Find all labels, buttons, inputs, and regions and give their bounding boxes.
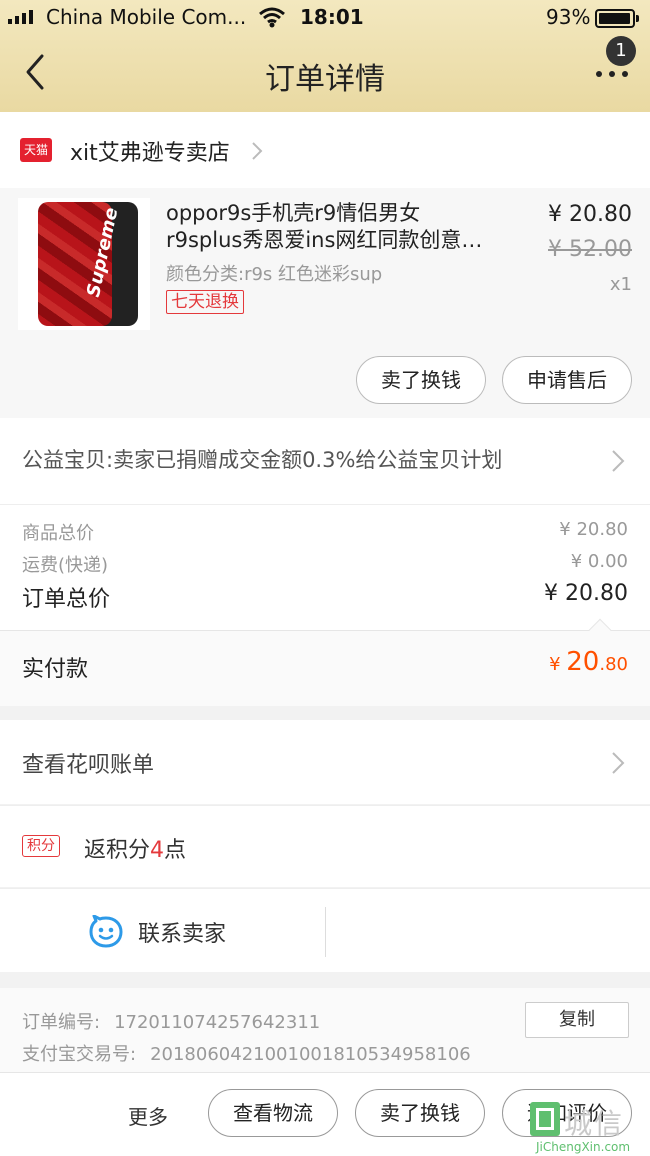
contact-seller-label[interactable]: 联系卖家 (138, 916, 226, 948)
goods-total-value: ¥ 20.80 (559, 519, 628, 540)
sell-button-bottom[interactable]: 卖了换钱 (355, 1089, 485, 1137)
product-price: ¥ 20.80 (548, 202, 632, 227)
product-title-line2[interactable]: r9splus秀恩爱ins网红同款创意… (166, 227, 508, 254)
clock: 18:01 (300, 5, 364, 29)
huabei-label: 查看花呗账单 (22, 753, 155, 778)
charity-row[interactable]: 公益宝贝:卖家已捐赠成交金额0.3%给公益宝贝计划 (0, 418, 650, 504)
points-badge: 积分 (22, 835, 60, 857)
header: China Mobile Com... 18:01 93% 订单详情 1 (0, 0, 650, 112)
signal-icon (8, 10, 33, 24)
product-image[interactable]: Supreme (18, 198, 150, 330)
huabei-row[interactable]: 查看花呗账单 (0, 720, 650, 804)
store-name[interactable]: xit艾弗逊专卖店 (70, 135, 230, 167)
watermark-en: JiChengXin.com (536, 1140, 631, 1154)
order-number-label: 订单编号: (22, 1012, 101, 1033)
contact-row[interactable]: 联系卖家 (0, 888, 650, 972)
carrier-name: China Mobile Com... (46, 5, 247, 29)
battery-percent: 93% (546, 5, 591, 29)
paid-currency: ¥ (549, 654, 567, 675)
order-number-row: 订单编号: 172011074257642311 (22, 1008, 320, 1034)
paid-label: 实付款 (22, 657, 89, 682)
sell-button[interactable]: 卖了换钱 (356, 356, 486, 404)
charity-text: 公益宝贝:卖家已捐赠成交金额0.3%给公益宝贝计划 (22, 448, 503, 472)
divider (325, 907, 326, 957)
shipping-label: 运费(快递) (22, 555, 109, 576)
battery-icon (595, 9, 639, 28)
wifi-icon (259, 7, 285, 28)
chevron-right-icon (612, 752, 625, 774)
paid-amount: ¥ 20.80 (549, 647, 628, 677)
chevron-right-icon (252, 142, 263, 160)
order-total-row: 订单总价 ¥ 20.80 (22, 581, 628, 613)
order-number-value: 172011074257642311 (114, 1012, 321, 1033)
status-bar: China Mobile Com... 18:01 93% (0, 0, 650, 36)
return-policy-badge: 七天退换 (166, 290, 244, 314)
order-total-label: 订单总价 (22, 587, 111, 612)
logistics-button[interactable]: 查看物流 (208, 1089, 338, 1137)
points-prefix: 返积分 (84, 838, 151, 863)
points-suffix: 点 (164, 838, 187, 863)
alipay-number-value: 2018060421001001810534958106 (150, 1044, 471, 1065)
points-count: 4 (150, 838, 165, 863)
alipay-number-row: 支付宝交易号: 2018060421001001810534958106 (22, 1040, 471, 1066)
goods-total-row: 商品总价 ¥ 20.80 (22, 519, 628, 545)
points-row: 积分 返积分4点 (0, 805, 650, 887)
more-button[interactable]: 更多 (128, 1101, 168, 1130)
shipping-value: ¥ 0.00 (570, 551, 628, 572)
order-total-value: ¥ 20.80 (544, 581, 628, 606)
paid-integer: 20 (566, 647, 600, 677)
paid-row: 实付款 ¥ 20.80 (0, 618, 650, 706)
aftersale-button[interactable]: 申请售后 (502, 356, 632, 404)
paid-decimal: .80 (599, 654, 628, 675)
phone-case-image: Supreme (38, 202, 138, 326)
goods-total-label: 商品总价 (22, 523, 94, 544)
cost-summary: 商品总价 ¥ 20.80 运费(快递) ¥ 0.00 订单总价 ¥ 20.80 (0, 504, 650, 630)
more-dots-icon[interactable] (592, 62, 632, 86)
original-price: ¥ 52.00 (548, 237, 632, 262)
product-title-line1[interactable]: oppor9s手机壳r9情侣男女 (166, 200, 526, 227)
watermark-cn: 城信 (564, 1107, 625, 1140)
chat-face-icon (89, 915, 123, 948)
order-info: 订单编号: 172011074257642311 支付宝交易号: 201806042… (0, 988, 650, 1072)
store-row[interactable]: 天猫 xit艾弗逊专卖店 (0, 112, 650, 188)
shipping-row: 运费(快递) ¥ 0.00 (22, 551, 628, 577)
product-quantity: x1 (609, 274, 632, 295)
copy-button[interactable]: 复制 (525, 1002, 629, 1038)
points-text: 返积分4点 (84, 832, 186, 864)
message-badge[interactable]: 1 (606, 36, 636, 66)
chevron-right-icon (612, 450, 625, 472)
page-title: 订单详情 (265, 62, 385, 97)
product-card[interactable]: Supreme oppor9s手机壳r9情侣男女 r9splus秀恩爱ins网红… (0, 188, 650, 418)
product-spec: 颜色分类:r9s 红色迷彩sup (166, 264, 383, 285)
tmall-icon: 天猫 (20, 138, 52, 162)
alipay-number-label: 支付宝交易号: (22, 1044, 137, 1065)
